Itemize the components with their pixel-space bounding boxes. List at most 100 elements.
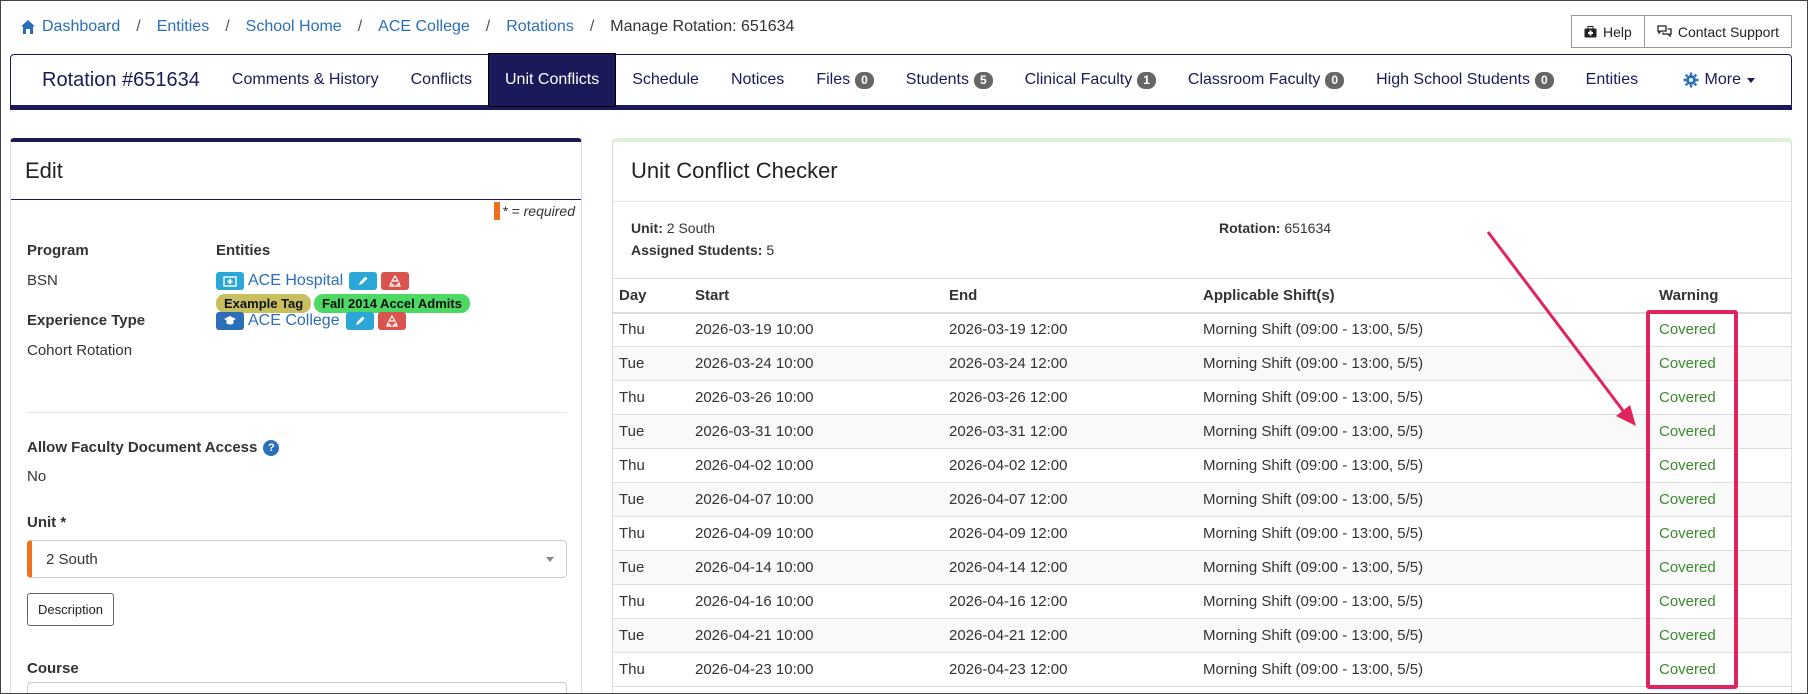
tab-clinical-faculty[interactable]: Clinical Faculty 1 bbox=[1009, 53, 1172, 107]
breadcrumb-school-home[interactable]: School Home bbox=[246, 18, 342, 36]
rotation-info-value: 651634 bbox=[1284, 220, 1332, 236]
recycle-college-button[interactable] bbox=[377, 312, 406, 330]
unit-select[interactable]: 2 South bbox=[27, 540, 567, 578]
tab-conflicts[interactable]: Conflicts bbox=[395, 53, 488, 107]
unit-conflict-checker-panel: Unit Conflict Checker Unit: 2 South Assi… bbox=[612, 138, 1792, 694]
entities-label: Entities bbox=[216, 242, 271, 259]
top-buttons: Help Contact Support bbox=[1571, 15, 1792, 48]
tab-high-school-students[interactable]: High School Students 0 bbox=[1360, 53, 1570, 107]
help-button[interactable]: Help bbox=[1571, 15, 1645, 48]
unit-info-value: 2 South bbox=[666, 220, 716, 236]
end-cell: 2026-04-16 12:00 bbox=[943, 584, 1197, 619]
tab-schedule[interactable]: Schedule bbox=[616, 53, 715, 107]
table-row: Tue 2026-03-31 10:00 2026-03-31 12:00 Morni… bbox=[613, 414, 1791, 449]
end-cell: 2026-04-14 12:00 bbox=[943, 550, 1197, 585]
warning-cell: Covered bbox=[1653, 584, 1791, 619]
end-cell: 2026-04-21 12:00 bbox=[943, 618, 1197, 653]
warning-cell: Covered bbox=[1653, 380, 1791, 415]
shift-cell: Morning Shift (09:00 - 13:00, 5/5) bbox=[1197, 380, 1653, 415]
program-label: Program bbox=[27, 242, 89, 259]
day-cell: Tue bbox=[613, 482, 689, 517]
start-cell: 2026-03-26 10:00 bbox=[689, 380, 943, 415]
program-value: BSN bbox=[27, 272, 58, 289]
edit-panel: Edit * = required Program BSN Entities A… bbox=[10, 138, 582, 694]
table-header-row: Day Start End Applicable Shift(s) Warnin… bbox=[613, 278, 1791, 314]
tag-fall-2014: Fall 2014 Accel Admits bbox=[314, 294, 470, 313]
day-cell: Thu bbox=[613, 516, 689, 551]
question-icon[interactable]: ? bbox=[263, 440, 280, 456]
start-cell: 2026-04-09 10:00 bbox=[689, 516, 943, 551]
breadcrumb-entities[interactable]: Entities bbox=[157, 18, 209, 36]
count-badge: 0 bbox=[855, 71, 874, 89]
warning-cell: Covered bbox=[1653, 312, 1791, 347]
chat-icon bbox=[1657, 25, 1672, 38]
gear-icon bbox=[1683, 72, 1699, 88]
breadcrumb-separator: / bbox=[485, 18, 491, 35]
description-button[interactable]: Description bbox=[27, 593, 115, 626]
day-cell: Thu bbox=[613, 312, 689, 347]
table-row: Thu 2026-04-23 10:00 2026-04-23 12:00 Morni… bbox=[613, 652, 1791, 687]
warning-cell: Covered bbox=[1653, 414, 1791, 449]
tab-unit-conflicts[interactable]: Unit Conflicts bbox=[487, 53, 617, 107]
table-row: Thu 2026-04-16 10:00 2026-04-16 12:00 Morni… bbox=[613, 584, 1791, 619]
warning-cell: Covered bbox=[1653, 618, 1791, 653]
end-cell: 2026-03-31 12:00 bbox=[943, 414, 1197, 449]
tag-example: Example Tag bbox=[216, 294, 312, 313]
faculty-access-label-text: Allow Faculty Document Access bbox=[27, 439, 258, 456]
entity-hospital-link[interactable]: ACE Hospital bbox=[248, 272, 343, 290]
column-header-day: Day bbox=[613, 278, 689, 314]
tab-entities[interactable]: Entities bbox=[1570, 53, 1654, 107]
edit-hospital-button[interactable] bbox=[349, 272, 378, 290]
assigned-students-info: Assigned Students: 5 bbox=[631, 242, 774, 258]
tab-classroom-faculty[interactable]: Classroom Faculty 0 bbox=[1172, 53, 1360, 107]
shift-cell: Morning Shift (09:00 - 13:00, 5/5) bbox=[1197, 346, 1653, 381]
breadcrumb-rotations[interactable]: Rotations bbox=[506, 18, 574, 36]
end-cell: 2026-03-19 12:00 bbox=[943, 312, 1197, 347]
table-row: Tue 2026-03-24 10:00 2026-03-24 12:00 Morni… bbox=[613, 346, 1791, 381]
more-dropdown[interactable]: More bbox=[1667, 53, 1771, 107]
course-select[interactable] bbox=[27, 682, 567, 694]
end-cell: 2026-04-02 12:00 bbox=[943, 448, 1197, 483]
tab-label: Clinical Faculty bbox=[1024, 71, 1133, 88]
contact-support-button[interactable]: Contact Support bbox=[1644, 15, 1792, 48]
warning-cell: Covered bbox=[1653, 516, 1791, 551]
table-row: Thu 2026-03-19 10:00 2026-03-19 12:00 Morni… bbox=[613, 312, 1791, 347]
table-row: Tue 2026-04-14 10:00 2026-04-14 12:00 Morni… bbox=[613, 550, 1791, 585]
start-cell: 2026-04-02 10:00 bbox=[689, 448, 943, 483]
table-row: Thu 2026-03-26 10:00 2026-03-26 12:00 Morni… bbox=[613, 380, 1791, 415]
tab-label: Entities bbox=[1585, 71, 1639, 88]
end-cell: 2026-03-24 12:00 bbox=[943, 346, 1197, 381]
table-row: Tue 2026-04-07 10:00 2026-04-07 12:00 Morni… bbox=[613, 482, 1791, 517]
tab-label: Comments & History bbox=[231, 71, 379, 88]
breadcrumb-dashboard[interactable]: Dashboard bbox=[42, 18, 120, 36]
tab-students[interactable]: Students 5 bbox=[890, 53, 1009, 107]
warning-cell: Covered bbox=[1653, 482, 1791, 517]
tab-notices[interactable]: Notices bbox=[715, 53, 800, 107]
recycle-hospital-button[interactable] bbox=[381, 272, 410, 290]
tab-label: Conflicts bbox=[410, 71, 472, 88]
start-cell: 2026-04-07 10:00 bbox=[689, 482, 943, 517]
entity-hospital-row: ACE Hospital bbox=[216, 272, 410, 290]
home-icon bbox=[21, 20, 35, 34]
edit-college-button[interactable] bbox=[345, 312, 374, 330]
tab-label: High School Students bbox=[1376, 71, 1530, 88]
pencil-icon bbox=[355, 316, 365, 325]
entity-college-link[interactable]: ACE College bbox=[248, 312, 340, 330]
tab-label: Files bbox=[816, 71, 851, 88]
column-header-shifts: Applicable Shift(s) bbox=[1197, 278, 1653, 314]
tab-files[interactable]: Files 0 bbox=[800, 53, 889, 107]
unit-info-label: Unit: bbox=[631, 220, 663, 236]
rotation-title: Rotation #651634 bbox=[42, 68, 200, 91]
conflict-table: Day Start End Applicable Shift(s) Warnin… bbox=[613, 278, 1791, 687]
breadcrumb-ace-college[interactable]: ACE College bbox=[378, 18, 470, 36]
assigned-label: Assigned Students: bbox=[631, 242, 763, 258]
end-cell: 2026-04-23 12:00 bbox=[943, 652, 1197, 687]
tab-comments-history[interactable]: Comments & History bbox=[216, 53, 395, 107]
day-cell: Thu bbox=[613, 652, 689, 687]
end-cell: 2026-03-26 12:00 bbox=[943, 380, 1197, 415]
required-note: * = required bbox=[494, 202, 575, 220]
count-badge: 0 bbox=[1534, 71, 1554, 89]
start-cell: 2026-04-23 10:00 bbox=[689, 652, 943, 687]
section-divider bbox=[27, 412, 567, 413]
faculty-access-label: Allow Faculty Document Access? bbox=[27, 439, 280, 456]
